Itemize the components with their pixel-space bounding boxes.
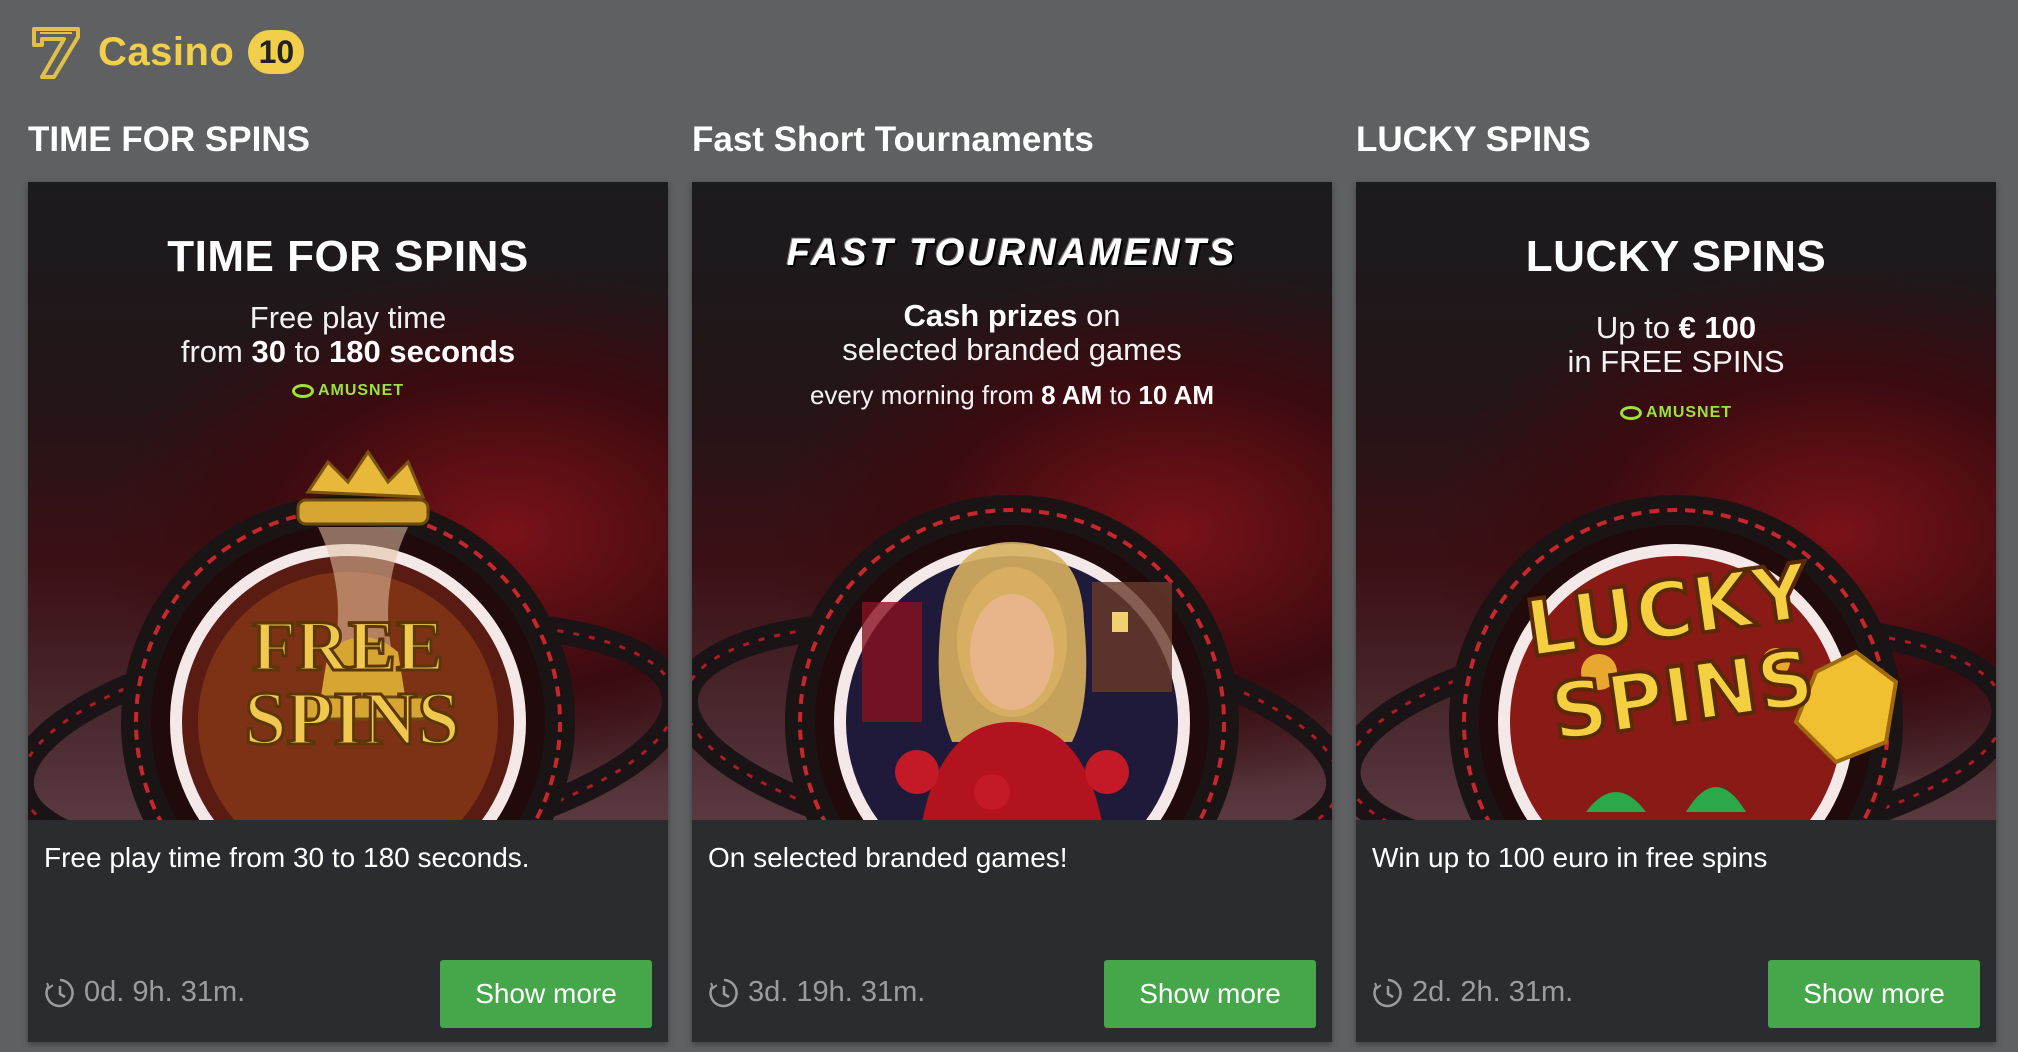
banner-line-1: Up to € 100 xyxy=(1595,310,1757,345)
banner-line-2: selected branded games xyxy=(842,332,1182,367)
banner-line-1: Cash prizes on xyxy=(903,298,1121,333)
banner-headline: LUCKY SPINS xyxy=(1525,232,1827,281)
amusnet-logo: AMUSNET xyxy=(1356,404,1996,422)
promo-section-title: LUCKY SPINS xyxy=(1356,120,1591,159)
art-text-2: SPINS xyxy=(244,677,459,761)
promo-banner-image[interactable]: FAST TOURNAMENTS Cash prizes on selected… xyxy=(692,182,1332,820)
promo-timer: 2d. 2h. 31m. xyxy=(1372,976,1573,1009)
amusnet-logo: AMUSNET xyxy=(28,382,668,400)
promo-description: Win up to 100 euro in free spins xyxy=(1372,842,1768,873)
promo-card[interactable]: LUCKY SPINS LUCKY SPINS Up to € 100 in F… xyxy=(1356,182,1996,1042)
amusnet-mark-icon xyxy=(291,383,314,398)
amusnet-mark-icon xyxy=(1619,405,1642,420)
show-more-button[interactable]: Show more xyxy=(1768,960,1980,1028)
casino-title: Casino xyxy=(98,29,235,74)
promo-column-lucky-spins: LUCKY SPINS LUCKY SPINS LUCKY SPINS Up t… xyxy=(1356,118,1996,1042)
timer-value: 3d. 19h. 31m. xyxy=(748,976,926,1008)
timer-value: 0d. 9h. 31m. xyxy=(84,976,246,1008)
banner-line-3: every morning from 8 AM to 10 AM xyxy=(809,380,1215,410)
promo-description: Free play time from 30 to 180 seconds. xyxy=(44,842,530,873)
banner-headline: FAST TOURNAMENTS xyxy=(786,232,1238,274)
tournament-artwork xyxy=(692,495,1332,820)
show-more-button[interactable]: Show more xyxy=(440,960,652,1028)
show-more-button[interactable]: Show more xyxy=(1104,960,1316,1028)
promo-timer: 3d. 19h. 31m. xyxy=(708,976,925,1009)
promo-section-title: TIME FOR SPINS xyxy=(28,120,310,159)
casino-count-badge: 10 xyxy=(248,30,305,74)
promo-timer: 0d. 9h. 31m. xyxy=(44,976,245,1009)
clock-icon xyxy=(1373,978,1402,1007)
clock-icon xyxy=(45,978,74,1007)
banner-line-2: in FREE SPINS xyxy=(1567,344,1785,379)
promo-card[interactable]: FAST TOURNAMENTS Cash prizes on selected… xyxy=(692,182,1332,1042)
promo-banner-image[interactable]: FREE SPINS TIME FOR SPINS Free play time… xyxy=(28,182,668,820)
banner-line-2: from 30 to 180 seconds xyxy=(180,334,516,369)
promo-card[interactable]: FREE SPINS TIME FOR SPINS Free play time… xyxy=(28,182,668,1042)
banner-line-1: Free play time xyxy=(249,300,447,335)
art-text-1: FREE xyxy=(252,606,444,686)
promo-description: On selected branded games! xyxy=(708,842,1068,873)
timer-value: 2d. 2h. 31m. xyxy=(1412,976,1574,1008)
seven-icon xyxy=(32,27,80,79)
promo-column-time-for-spins: TIME FOR SPINS FREE SPINS TIME FOR SPINS… xyxy=(28,118,668,1042)
promo-banner-image[interactable]: LUCKY SPINS LUCKY SPINS Up to € 100 in F… xyxy=(1356,182,1996,820)
banner-headline: TIME FOR SPINS xyxy=(167,232,529,281)
casino-header: Casino 10 xyxy=(28,22,305,82)
clock-icon xyxy=(709,978,738,1007)
promo-column-fast-short-tournaments: Fast Short Tournaments FAST TOURNAMENTS … xyxy=(692,118,1332,1042)
promo-section-title: Fast Short Tournaments xyxy=(692,120,1094,159)
